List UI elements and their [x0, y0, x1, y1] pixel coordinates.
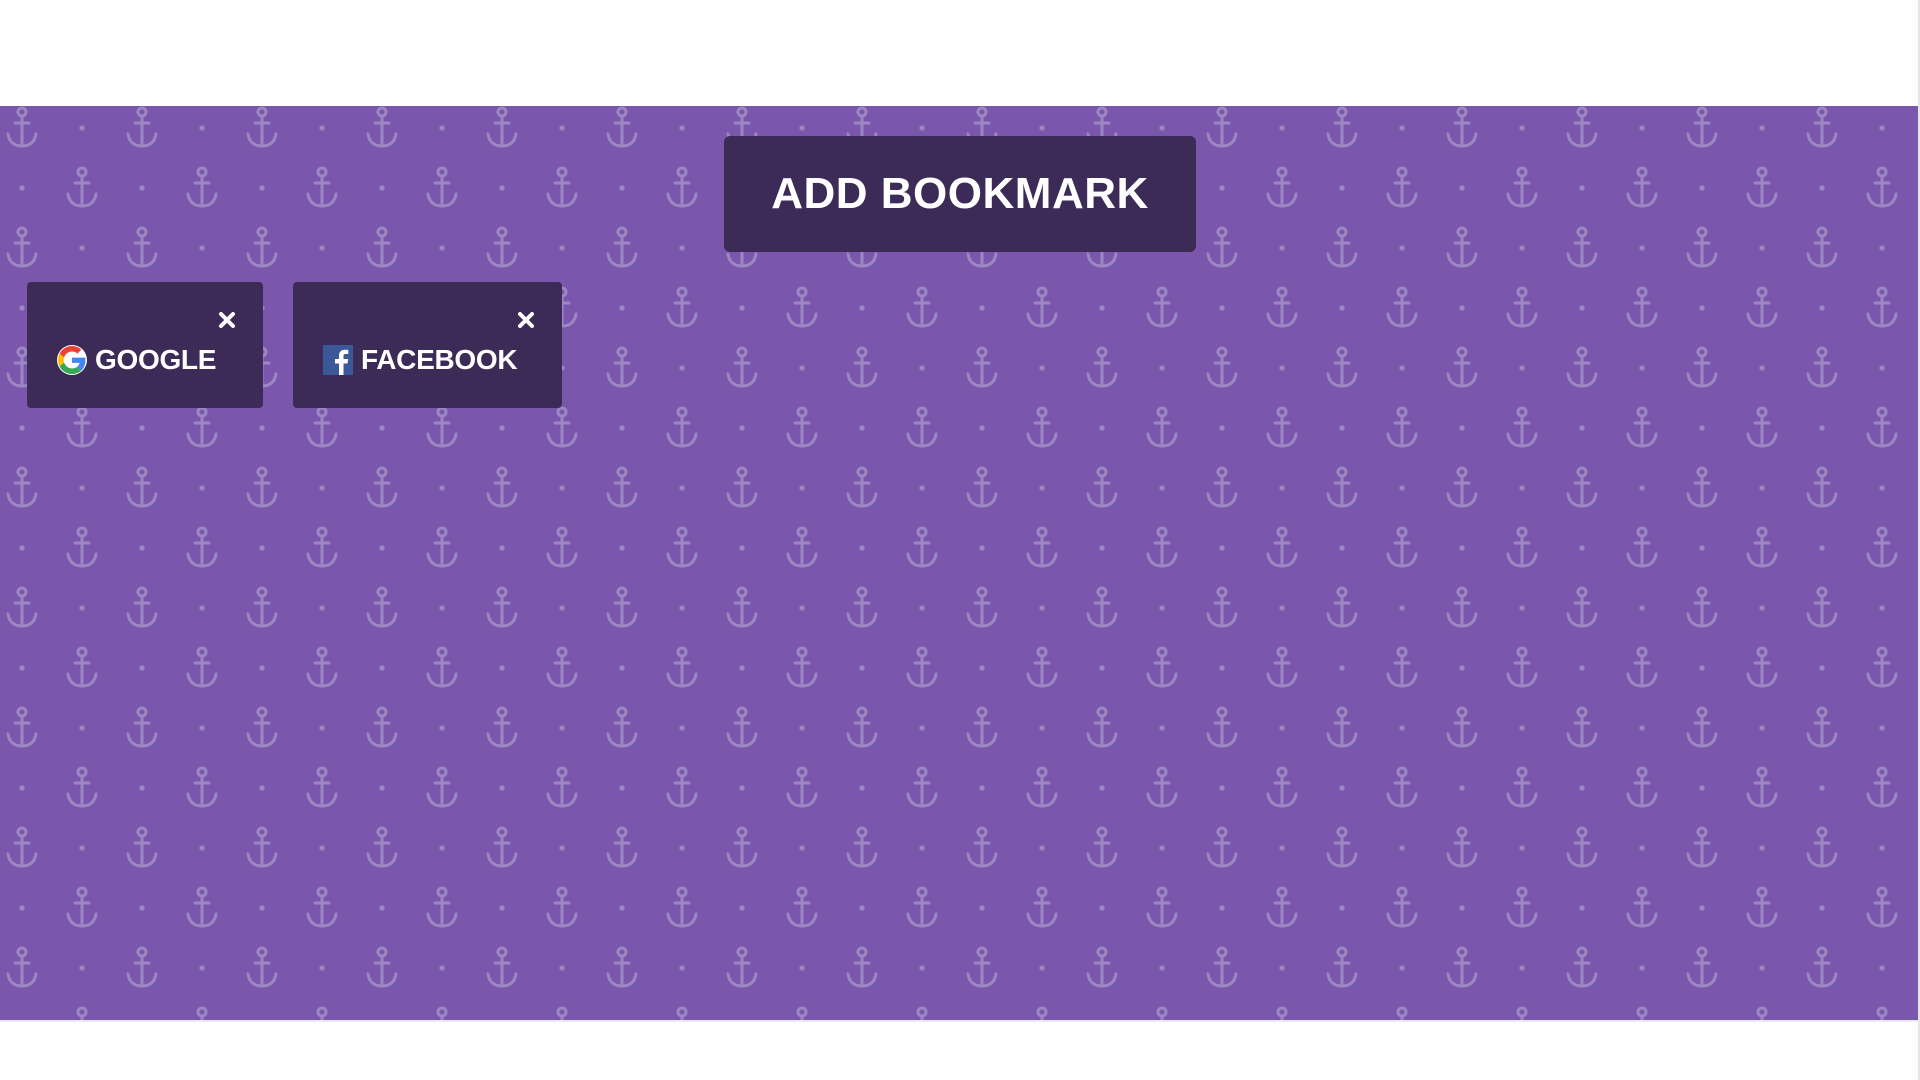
google-g-icon: [57, 345, 87, 375]
bookmark-label: GOOGLE: [95, 344, 217, 375]
facebook-f-icon: [323, 345, 353, 375]
bookmark-label: FACEBOOK: [361, 344, 518, 375]
bookmark-area: ADD BOOKMARK GOOGLE FACEBOOK: [0, 106, 1918, 1020]
bookmark-card-google[interactable]: GOOGLE: [27, 282, 263, 408]
bookmark-link-google[interactable]: GOOGLE: [57, 344, 216, 376]
add-bookmark-button[interactable]: ADD BOOKMARK: [724, 136, 1196, 252]
bookmark-card-facebook[interactable]: FACEBOOK: [293, 282, 562, 408]
bookmark-link-facebook[interactable]: FACEBOOK: [323, 344, 518, 376]
top-bar: [0, 0, 1920, 106]
close-icon[interactable]: [215, 308, 239, 332]
bottom-bar: [0, 1020, 1918, 1080]
close-icon[interactable]: [514, 308, 538, 332]
